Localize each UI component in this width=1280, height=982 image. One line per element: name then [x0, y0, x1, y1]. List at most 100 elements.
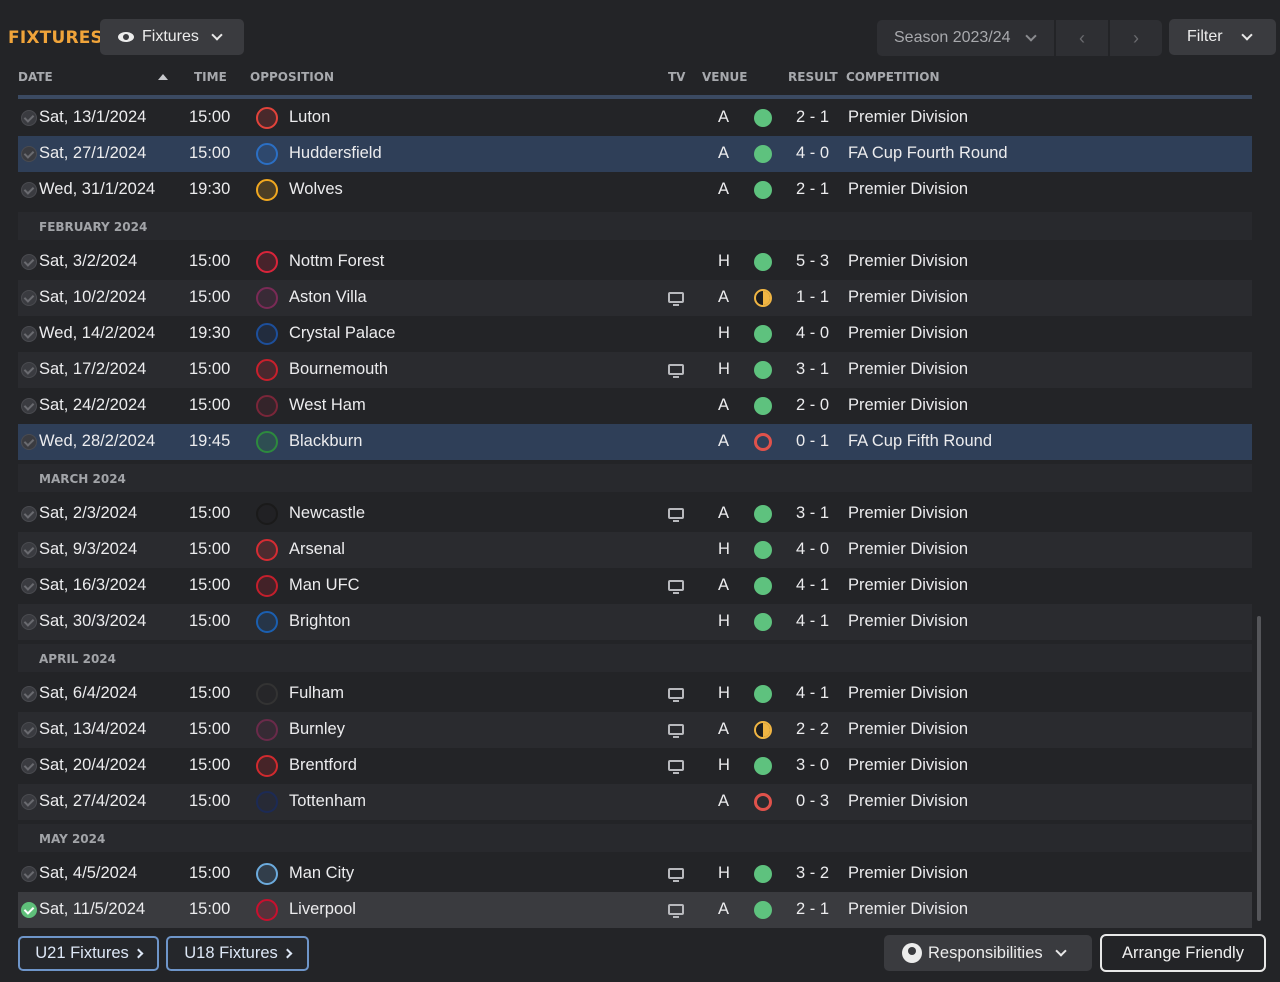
fixture-row[interactable]: Sat, 13/1/2024 15:00 Luton A 2 - 1 Premier Di…: [18, 100, 1252, 136]
column-date[interactable]: DATE: [18, 70, 53, 84]
fixture-competition[interactable]: Premier Division: [848, 900, 968, 919]
fixture-score[interactable]: 2 - 1: [796, 180, 829, 199]
fixture-row[interactable]: Sat, 30/3/2024 15:00 Brighton H 4 - 1 Premier…: [18, 604, 1252, 640]
column-venue[interactable]: VENUE: [702, 70, 747, 84]
fixture-competition[interactable]: Premier Division: [848, 288, 968, 307]
fixture-competition[interactable]: Premier Division: [848, 540, 968, 559]
opponent-name[interactable]: Huddersfield: [289, 144, 382, 163]
result-indicator-icon: [754, 757, 772, 775]
fixture-competition[interactable]: Premier Division: [848, 576, 968, 595]
opponent-name[interactable]: Luton: [289, 108, 330, 127]
fixture-competition[interactable]: Premier Division: [848, 720, 968, 739]
column-result[interactable]: RESULT: [788, 70, 838, 84]
fixture-row[interactable]: Sat, 9/3/2024 15:00 Arsenal H 4 - 0 Premier D…: [18, 532, 1252, 568]
opponent-name[interactable]: Bournemouth: [289, 360, 388, 379]
fixture-row[interactable]: Wed, 14/2/2024 19:30 Crystal Palace H 4 - 0 P…: [18, 316, 1252, 352]
opponent-name[interactable]: West Ham: [289, 396, 366, 415]
fixture-score[interactable]: 2 - 2: [796, 720, 829, 739]
fixture-score[interactable]: 3 - 1: [796, 360, 829, 379]
view-selector-button[interactable]: Fixtures: [100, 19, 244, 55]
opponent-name[interactable]: Burnley: [289, 720, 345, 739]
fixture-competition[interactable]: FA Cup Fifth Round: [848, 432, 992, 451]
opponent-name[interactable]: Aston Villa: [289, 288, 367, 307]
fixture-row[interactable]: Sat, 17/2/2024 15:00 Bournemouth H 3 - 1 Prem…: [18, 352, 1252, 388]
fixture-score[interactable]: 4 - 0: [796, 540, 829, 559]
fixture-competition[interactable]: Premier Division: [848, 756, 968, 775]
fixture-competition[interactable]: Premier Division: [848, 684, 968, 703]
opponent-name[interactable]: Fulham: [289, 684, 344, 703]
fixture-competition[interactable]: FA Cup Fourth Round: [848, 144, 1008, 163]
u18-fixtures-button[interactable]: U18 Fixtures: [166, 936, 309, 971]
fixture-competition[interactable]: Premier Division: [848, 612, 968, 631]
column-opposition[interactable]: OPPOSITION: [250, 70, 334, 84]
fixture-score[interactable]: 3 - 2: [796, 864, 829, 883]
fixture-row[interactable]: Sat, 11/5/2024 15:00 Liverpool A 2 - 1 Premie…: [18, 892, 1252, 928]
season-selector[interactable]: Season 2023/24: [877, 20, 1054, 56]
fixture-score[interactable]: 2 - 0: [796, 396, 829, 415]
check-icon: [21, 146, 37, 162]
fixture-row[interactable]: Sat, 10/2/2024 15:00 Aston Villa A 1 - 1 Prem…: [18, 280, 1252, 316]
opponent-name[interactable]: Tottenham: [289, 792, 366, 811]
fixture-score[interactable]: 2 - 1: [796, 108, 829, 127]
opponent-name[interactable]: Blackburn: [289, 432, 362, 451]
fixture-score[interactable]: 4 - 0: [796, 144, 829, 163]
fixture-venue: H: [718, 360, 730, 378]
previous-season-button[interactable]: ‹: [1056, 20, 1108, 56]
fixture-row[interactable]: Sat, 16/3/2024 15:00 Man UFC A 4 - 1 Premier …: [18, 568, 1252, 604]
fixture-competition[interactable]: Premier Division: [848, 180, 968, 199]
fixture-row[interactable]: Sat, 27/1/2024 15:00 Huddersfield A 4 - 0 FA …: [18, 136, 1252, 172]
column-tv[interactable]: TV: [668, 70, 685, 84]
fixture-time: 19:45: [189, 432, 231, 450]
fixture-row[interactable]: Sat, 13/4/2024 15:00 Burnley A 2 - 2 Premier …: [18, 712, 1252, 748]
column-competition[interactable]: COMPETITION: [846, 70, 940, 84]
fixture-row[interactable]: Sat, 3/2/2024 15:00 Nottm Forest H 5 - 3 Prem…: [18, 244, 1252, 280]
next-season-button[interactable]: ›: [1110, 20, 1162, 56]
result-indicator-icon: [754, 685, 772, 703]
opponent-name[interactable]: Wolves: [289, 180, 343, 199]
fixture-score[interactable]: 5 - 3: [796, 252, 829, 271]
opponent-name[interactable]: Man UFC: [289, 576, 360, 595]
u21-fixtures-button[interactable]: U21 Fixtures: [18, 936, 159, 971]
arrange-friendly-button[interactable]: Arrange Friendly: [1100, 934, 1266, 972]
fixture-score[interactable]: 0 - 3: [796, 792, 829, 811]
column-time[interactable]: TIME: [194, 70, 227, 84]
fixture-row[interactable]: Sat, 2/3/2024 15:00 Newcastle A 3 - 1 Premier…: [18, 496, 1252, 532]
fixture-score[interactable]: 4 - 0: [796, 324, 829, 343]
fixture-competition[interactable]: Premier Division: [848, 324, 968, 343]
fixture-row[interactable]: Wed, 28/2/2024 19:45 Blackburn A 0 - 1 FA Cup…: [18, 424, 1252, 460]
opponent-name[interactable]: Brighton: [289, 612, 350, 631]
scrollbar[interactable]: [1257, 616, 1261, 921]
fixture-score[interactable]: 4 - 1: [796, 576, 829, 595]
opponent-name[interactable]: Man City: [289, 864, 354, 883]
fixture-score[interactable]: 0 - 1: [796, 432, 829, 451]
fixture-row[interactable]: Sat, 27/4/2024 15:00 Tottenham A 0 - 3 Premie…: [18, 784, 1252, 820]
fixture-competition[interactable]: Premier Division: [848, 360, 968, 379]
fixture-competition[interactable]: Premier Division: [848, 108, 968, 127]
opponent-name[interactable]: Arsenal: [289, 540, 345, 559]
fixture-competition[interactable]: Premier Division: [848, 792, 968, 811]
fixture-row[interactable]: Sat, 20/4/2024 15:00 Brentford H 3 - 0 Premie…: [18, 748, 1252, 784]
opponent-name[interactable]: Newcastle: [289, 504, 365, 523]
opponent-name[interactable]: Liverpool: [289, 900, 356, 919]
fixture-score[interactable]: 3 - 1: [796, 504, 829, 523]
fixture-score[interactable]: 4 - 1: [796, 684, 829, 703]
opponent-name[interactable]: Crystal Palace: [289, 324, 395, 343]
fixture-competition[interactable]: Premier Division: [848, 396, 968, 415]
fixture-row[interactable]: Wed, 31/1/2024 19:30 Wolves A 2 - 1 Premier D…: [18, 172, 1252, 208]
opponent-name[interactable]: Brentford: [289, 756, 357, 775]
opponent-name[interactable]: Nottm Forest: [289, 252, 384, 271]
fixture-time: 15:00: [189, 108, 231, 126]
fixture-venue: A: [718, 180, 730, 198]
fixture-score[interactable]: 3 - 0: [796, 756, 829, 775]
responsibilities-button[interactable]: Responsibilities: [884, 935, 1092, 971]
fixture-row[interactable]: Sat, 24/2/2024 15:00 West Ham A 2 - 0 Premier…: [18, 388, 1252, 424]
fixture-competition[interactable]: Premier Division: [848, 252, 968, 271]
fixture-score[interactable]: 2 - 1: [796, 900, 829, 919]
fixture-score[interactable]: 1 - 1: [796, 288, 829, 307]
fixture-competition[interactable]: Premier Division: [848, 504, 968, 523]
fixture-row[interactable]: Sat, 6/4/2024 15:00 Fulham H 4 - 1 Premier Di…: [18, 676, 1252, 712]
fixture-score[interactable]: 4 - 1: [796, 612, 829, 631]
fixture-competition[interactable]: Premier Division: [848, 864, 968, 883]
fixture-row[interactable]: Sat, 4/5/2024 15:00 Man City H 3 - 2 Premier …: [18, 856, 1252, 892]
filter-button[interactable]: Filter: [1169, 19, 1276, 55]
